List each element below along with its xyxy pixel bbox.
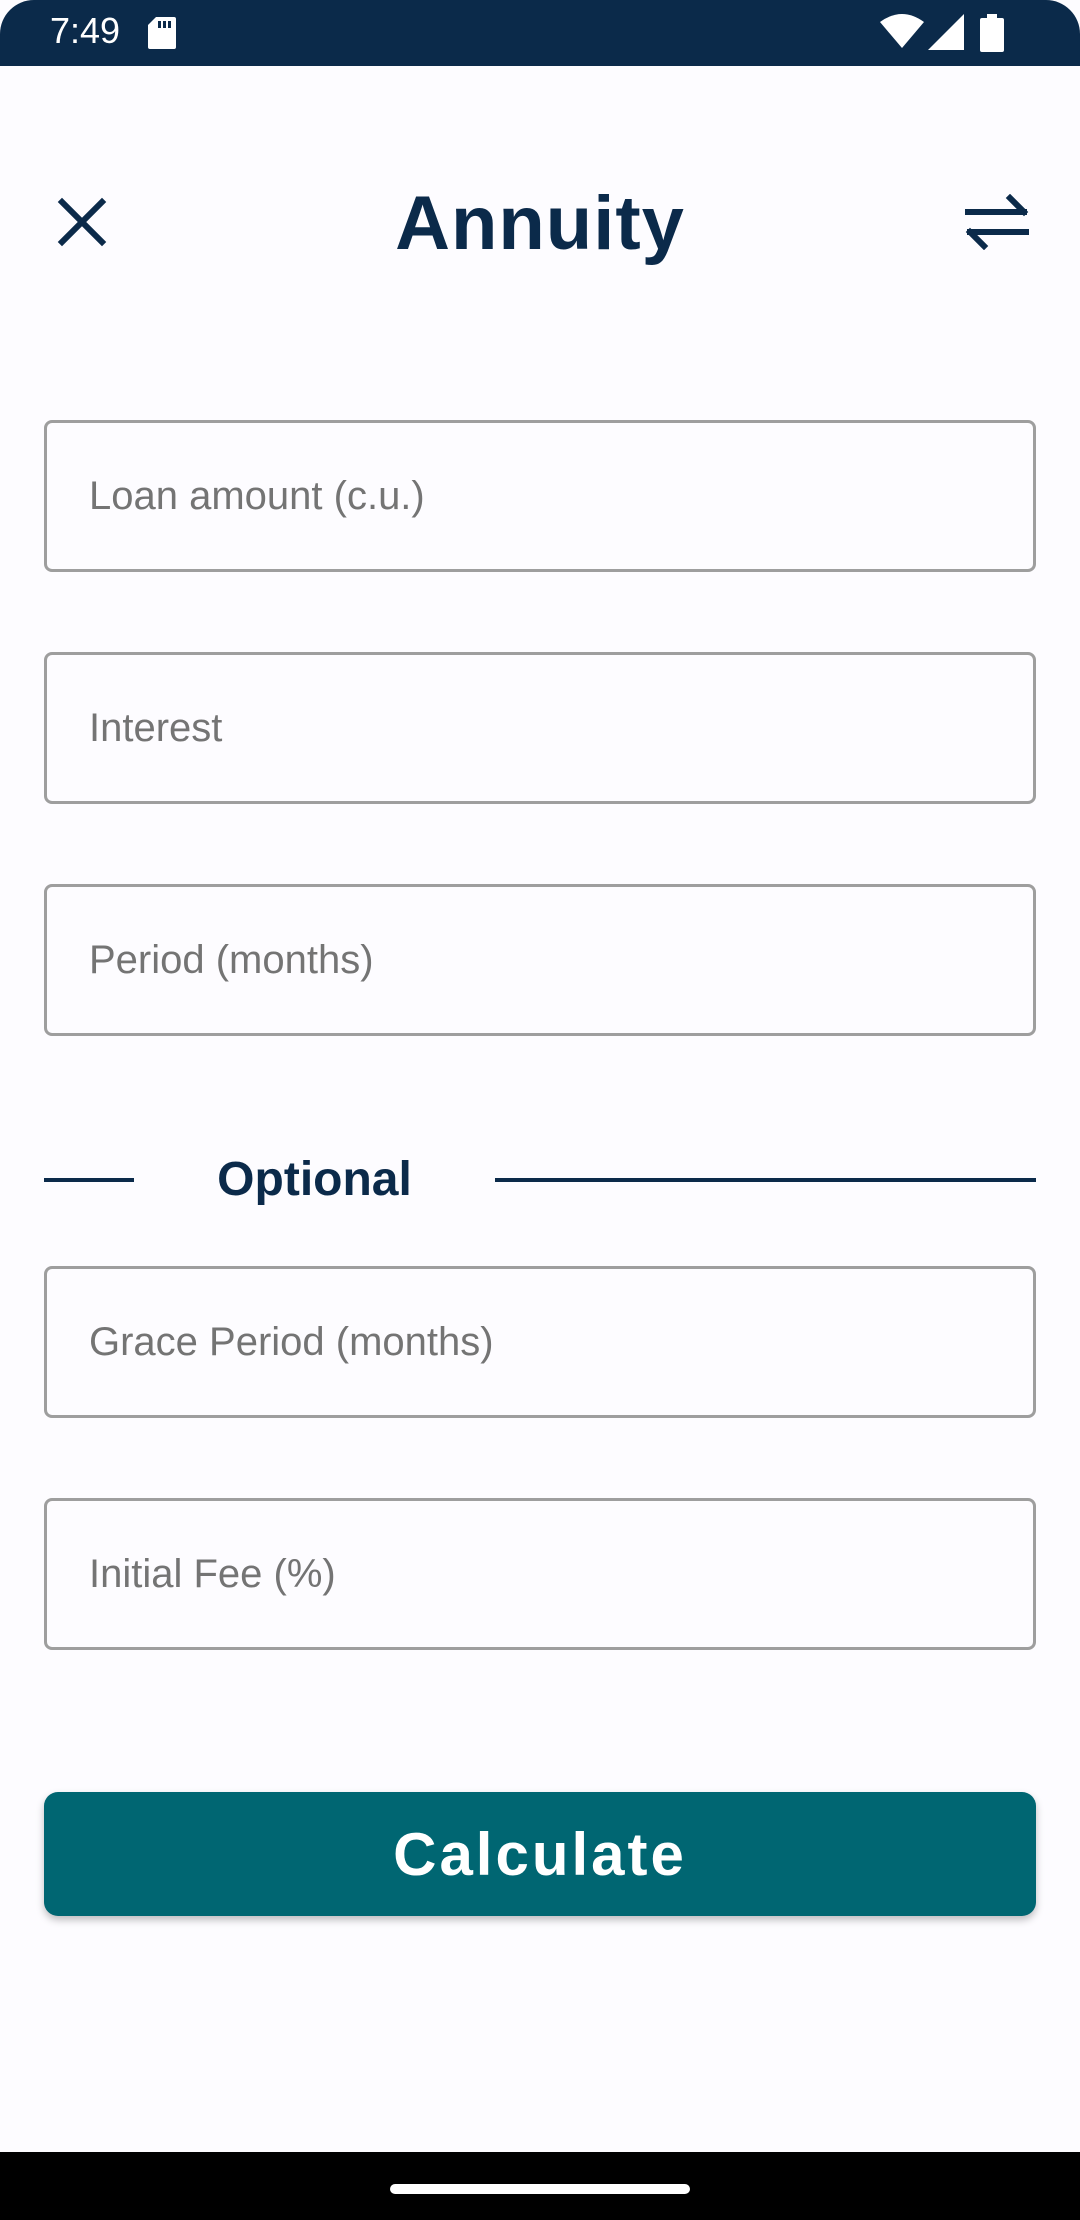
sd-card-icon — [148, 17, 176, 49]
calculate-button[interactable]: Calculate — [44, 1792, 1036, 1916]
loan-amount-input[interactable] — [47, 423, 1033, 569]
interest-input[interactable] — [47, 655, 1033, 801]
wifi-icon — [880, 14, 924, 48]
initial-fee-field[interactable] — [44, 1498, 1036, 1650]
divider-left — [44, 1178, 134, 1182]
interest-field[interactable] — [44, 652, 1036, 804]
period-field[interactable] — [44, 884, 1036, 1036]
page-title: Annuity — [395, 181, 685, 266]
status-bar: 7:49 — [0, 0, 1080, 66]
grace-period-input[interactable] — [47, 1269, 1033, 1415]
optional-section-label: Optional — [217, 1153, 412, 1206]
navigation-bar — [0, 2152, 1080, 2220]
grace-period-field[interactable] — [44, 1266, 1036, 1418]
signal-icon — [928, 14, 964, 50]
divider-right — [495, 1178, 1036, 1182]
home-handle[interactable] — [390, 2184, 690, 2194]
battery-icon — [980, 14, 1004, 52]
initial-fee-input[interactable] — [47, 1501, 1033, 1647]
app-bar: Annuity — [0, 150, 1080, 290]
swap-button[interactable] — [955, 180, 1039, 264]
period-input[interactable] — [47, 887, 1033, 1033]
loan-amount-field[interactable] — [44, 420, 1036, 572]
swap-icon — [965, 194, 1029, 250]
status-time: 7:49 — [50, 10, 121, 51]
